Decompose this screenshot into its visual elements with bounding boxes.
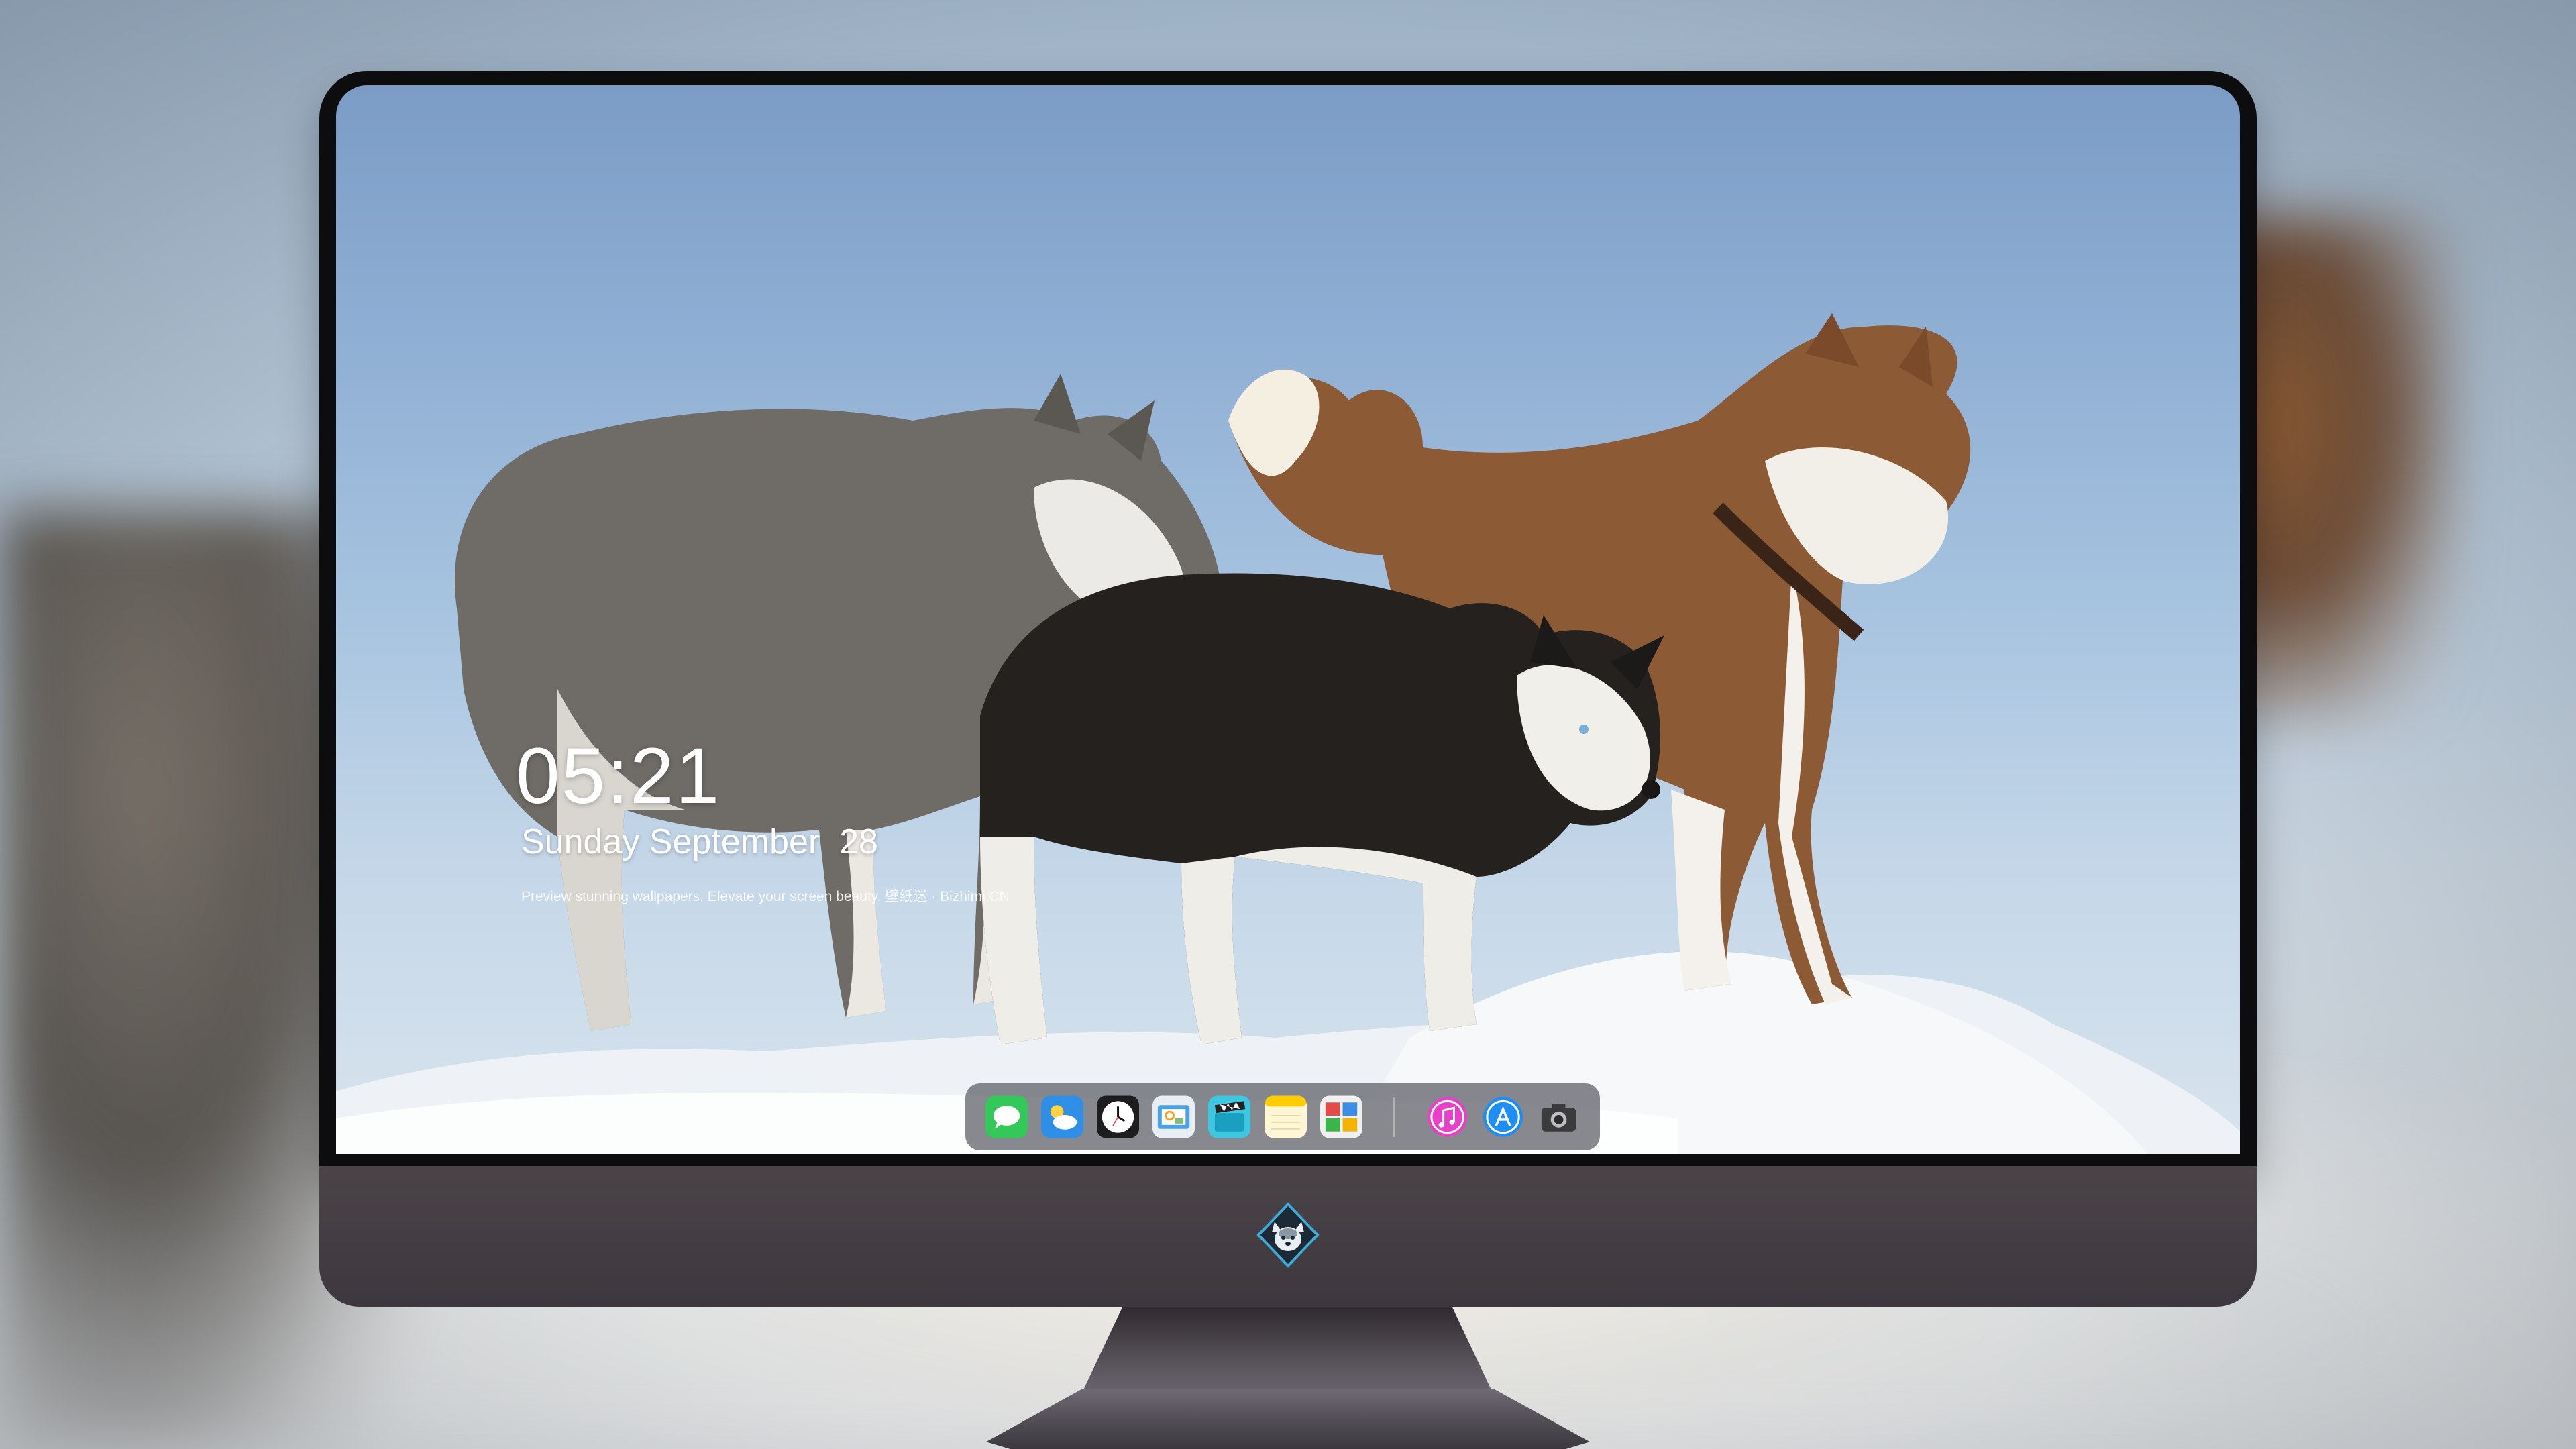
husky-wallpaper [336, 313, 2240, 1154]
camera-icon[interactable] [1538, 1095, 1580, 1138]
monitor-stand-base [986, 1389, 1590, 1449]
clock-icon[interactable] [1097, 1095, 1140, 1138]
preview-icon[interactable] [1152, 1095, 1195, 1138]
wallpaper-caption: Preview stunning wallpapers. Elevate you… [521, 889, 1010, 904]
weather-icon[interactable] [1041, 1095, 1084, 1138]
video-clapper-icon[interactable] [1208, 1095, 1251, 1138]
notes-icon[interactable] [1264, 1095, 1307, 1138]
messages-icon[interactable] [985, 1095, 1028, 1138]
husky-logo-icon [1254, 1201, 1322, 1269]
app-store-icon[interactable] [1482, 1095, 1524, 1138]
itunes-icon[interactable] [1426, 1095, 1468, 1138]
lock-screen-time: 05:21 [516, 732, 721, 820]
lock-screen-date: Sunday September 28 [521, 822, 878, 861]
dock-separator [1393, 1097, 1395, 1137]
monitor-stand-neck [1081, 1307, 1493, 1394]
desktop-screen: 05:21 Sunday September 28 Preview stunni… [336, 85, 2240, 1154]
photo-booth-icon[interactable] [1320, 1095, 1362, 1138]
dock [965, 1083, 1600, 1150]
